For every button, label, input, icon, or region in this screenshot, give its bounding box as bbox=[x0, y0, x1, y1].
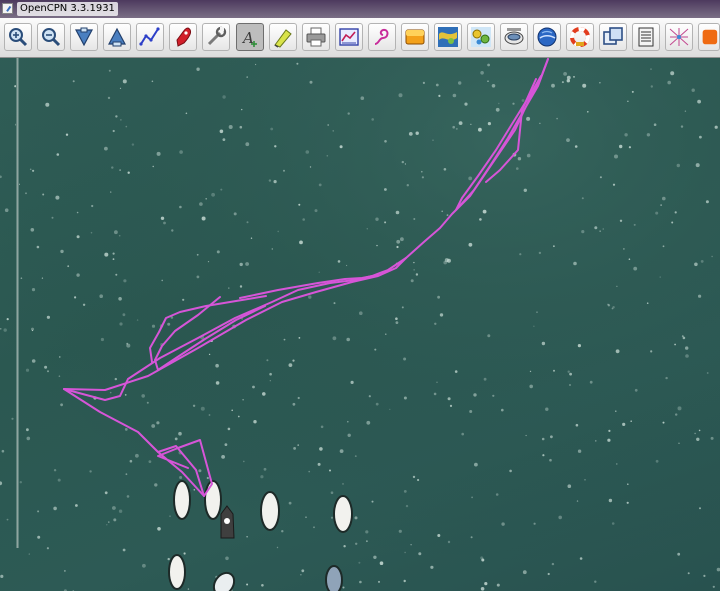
moored-boat bbox=[168, 554, 186, 590]
ais-button[interactable] bbox=[434, 23, 462, 51]
auto-follow-button[interactable] bbox=[169, 23, 197, 51]
weather-icon bbox=[471, 27, 491, 47]
moored-boat bbox=[204, 480, 222, 520]
scale-up-icon bbox=[108, 27, 126, 47]
mob-icon bbox=[570, 27, 590, 47]
scale-down-button[interactable] bbox=[70, 23, 98, 51]
color-scheme-button[interactable] bbox=[401, 23, 429, 51]
route-manager-button[interactable] bbox=[335, 23, 363, 51]
scale-up-button[interactable] bbox=[103, 23, 131, 51]
moored-boat bbox=[173, 480, 191, 520]
route-manager-icon bbox=[339, 28, 359, 46]
track-button[interactable] bbox=[368, 23, 396, 51]
create-route-button[interactable] bbox=[136, 23, 164, 51]
ais-icon bbox=[438, 27, 458, 47]
zoom-out-button[interactable] bbox=[37, 23, 65, 51]
moored-boat bbox=[333, 495, 353, 533]
title-bar[interactable]: OpenCPN 3.3.1931 bbox=[0, 0, 720, 18]
zoom-out-icon bbox=[42, 28, 61, 47]
auto-follow-icon bbox=[176, 27, 192, 47]
weather-button[interactable] bbox=[467, 23, 495, 51]
chart-canvas[interactable] bbox=[0, 58, 720, 591]
tides-button[interactable] bbox=[500, 23, 528, 51]
plugin-button[interactable] bbox=[698, 23, 720, 51]
print-icon bbox=[306, 27, 326, 47]
zoom-in-button[interactable] bbox=[4, 23, 32, 51]
moored-boat bbox=[260, 491, 280, 531]
chart-left-border bbox=[16, 58, 19, 548]
dashboard-button[interactable] bbox=[665, 23, 693, 51]
log-button[interactable] bbox=[632, 23, 660, 51]
log-icon bbox=[638, 27, 654, 47]
chart-outlines-icon bbox=[603, 27, 623, 45]
mob-button[interactable] bbox=[566, 23, 594, 51]
tides-icon bbox=[504, 28, 524, 45]
zoom-in-icon bbox=[9, 28, 28, 47]
text-button[interactable]: A bbox=[236, 23, 264, 51]
current-tide-icon bbox=[274, 29, 292, 48]
create-route-icon bbox=[139, 27, 160, 46]
toolbar: A bbox=[0, 18, 720, 58]
own-ship-position-dot bbox=[224, 518, 230, 524]
color-scheme-icon bbox=[405, 29, 425, 45]
scale-down-icon bbox=[75, 27, 93, 47]
app-icon bbox=[2, 3, 13, 14]
track-icon bbox=[374, 28, 389, 45]
chart-overlay bbox=[0, 58, 720, 591]
print-button[interactable] bbox=[302, 23, 330, 51]
plugin-icon bbox=[702, 29, 718, 45]
settings-button[interactable] bbox=[202, 23, 230, 51]
google-earth-icon bbox=[537, 27, 557, 47]
dashboard-icon bbox=[669, 28, 689, 46]
chart-outlines-button[interactable] bbox=[599, 23, 627, 51]
current-tide-button[interactable] bbox=[269, 23, 297, 51]
window-title: OpenCPN 3.3.1931 bbox=[17, 2, 118, 16]
text-icon: A bbox=[241, 29, 257, 47]
google-earth-button[interactable] bbox=[533, 23, 561, 51]
moored-boat bbox=[325, 565, 343, 591]
settings-icon bbox=[207, 26, 227, 46]
